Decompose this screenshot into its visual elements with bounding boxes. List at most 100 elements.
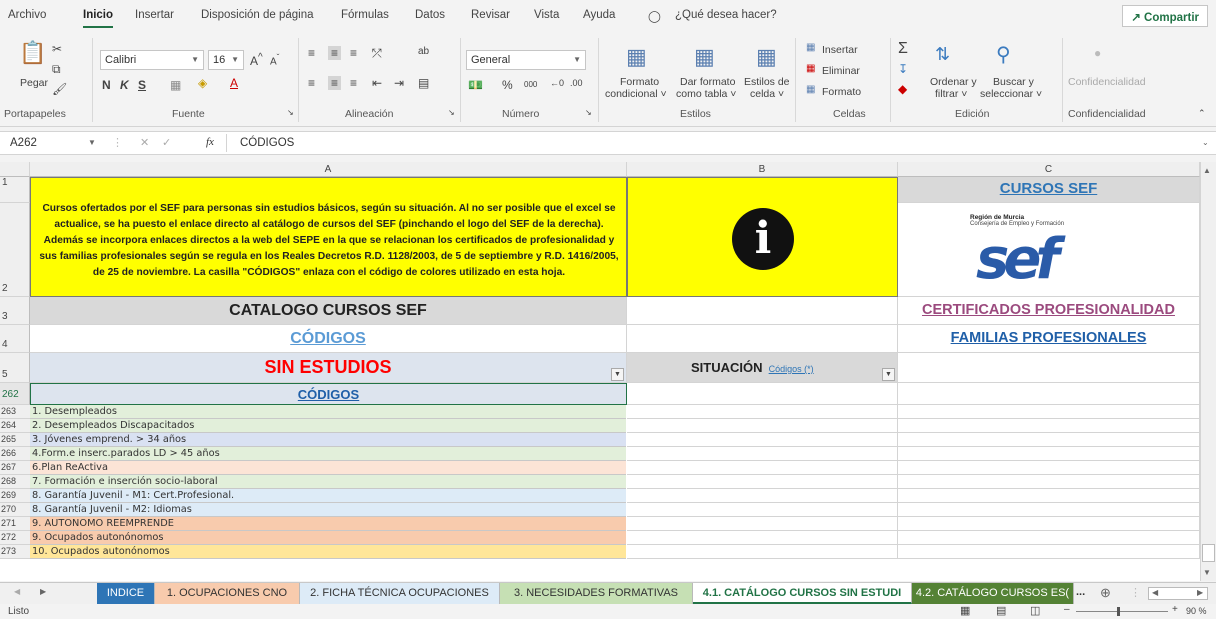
empty-cell-c[interactable] bbox=[898, 489, 1200, 503]
cell-b262[interactable] bbox=[627, 383, 898, 405]
cell-a1-description[interactable]: Cursos ofertados por el SEF para persona… bbox=[30, 177, 627, 297]
collapse-ribbon-icon[interactable]: ⌃ bbox=[1198, 108, 1206, 119]
codigos-link[interactable]: CÓDIGOS bbox=[290, 330, 366, 347]
tab-scroll-left-icon[interactable]: ◀ bbox=[14, 587, 20, 596]
filter-dropdown-icon[interactable]: ▼ bbox=[882, 368, 895, 381]
cell-a4[interactable]: CÓDIGOS bbox=[30, 325, 627, 353]
row-header-4[interactable]: 4 bbox=[0, 325, 30, 353]
empty-cell-b[interactable] bbox=[627, 461, 898, 475]
cell-b4[interactable] bbox=[627, 325, 898, 353]
menu-ayuda[interactable]: Ayuda bbox=[583, 9, 615, 21]
cell-c262[interactable] bbox=[898, 383, 1200, 405]
function-icon[interactable]: fx bbox=[206, 136, 214, 148]
bold-button[interactable]: N bbox=[102, 78, 111, 92]
expand-formula-icon[interactable]: ⌄ bbox=[1202, 138, 1209, 147]
grow-font-icon[interactable]: A^ bbox=[250, 52, 263, 68]
clear-icon[interactable]: ◆ bbox=[898, 82, 907, 96]
tab-catalogo-sin-estudios[interactable]: 4.1. CATÁLOGO CURSOS SIN ESTUDI bbox=[693, 583, 912, 604]
row-header-268[interactable]: 268 bbox=[0, 475, 30, 489]
cell-c1-cursos-sef[interactable]: CURSOS SEF bbox=[898, 177, 1200, 203]
column-header-b[interactable]: B bbox=[627, 162, 898, 177]
empty-cell-c[interactable] bbox=[898, 531, 1200, 545]
number-format-select[interactable]: General ▼ bbox=[466, 50, 586, 70]
code-row-cell[interactable]: 2. Desempleados Discapacitados bbox=[30, 419, 626, 433]
empty-cell-b[interactable] bbox=[627, 545, 898, 559]
currency-icon[interactable]: 💵 bbox=[468, 78, 483, 92]
conditional-format-icon[interactable]: ▦ bbox=[626, 44, 647, 70]
align-bottom-icon[interactable]: ≡ bbox=[350, 46, 357, 60]
empty-cell-c[interactable] bbox=[898, 461, 1200, 475]
column-header-c[interactable]: C bbox=[898, 162, 1200, 177]
empty-cell-c[interactable] bbox=[898, 475, 1200, 489]
code-row-cell[interactable]: 8. Garantía Juvenil - M2: Idiomas bbox=[30, 503, 626, 517]
table-format-label-2[interactable]: como tabla ˅ bbox=[676, 88, 736, 100]
scroll-right-icon[interactable]: ▶ bbox=[1197, 588, 1203, 597]
add-sheet-icon[interactable]: ⊕ bbox=[1100, 585, 1111, 601]
row-header-262[interactable]: 262 bbox=[0, 383, 30, 405]
fill-icon[interactable]: ↧ bbox=[898, 62, 908, 76]
scrollbar-thumb[interactable] bbox=[1202, 544, 1215, 562]
align-center-icon[interactable]: ≡ bbox=[328, 76, 342, 90]
zoom-slider-thumb[interactable] bbox=[1117, 607, 1121, 616]
cond-format-label-1[interactable]: Formato bbox=[620, 76, 659, 88]
row-header-1[interactable]: 1 bbox=[0, 177, 30, 203]
empty-cell-c[interactable] bbox=[898, 503, 1200, 517]
cell-b1-info[interactable]: i bbox=[627, 177, 898, 297]
cell-c5[interactable] bbox=[898, 353, 1200, 383]
empty-cell-b[interactable] bbox=[627, 517, 898, 531]
info-icon[interactable]: i bbox=[732, 208, 794, 270]
autosum-icon[interactable]: Σ bbox=[898, 40, 908, 58]
empty-cell-c[interactable] bbox=[898, 405, 1200, 419]
cell-b3[interactable] bbox=[627, 297, 898, 325]
code-row-cell[interactable]: 8. Garantía Juvenil - M1: Cert.Profesion… bbox=[30, 489, 626, 503]
thousands-button[interactable]: 000 bbox=[524, 80, 537, 89]
cancel-icon[interactable]: ✕ bbox=[140, 136, 149, 149]
row-header-263[interactable]: 263 bbox=[0, 405, 30, 419]
sort-label-2[interactable]: filtrar ˅ bbox=[935, 88, 967, 100]
fill-color-icon[interactable]: ◈ bbox=[198, 76, 207, 90]
sef-logo[interactable]: Región de Murcia Consejería de Empleo y … bbox=[898, 203, 1200, 297]
copy-icon[interactable]: ⧉ bbox=[52, 62, 61, 77]
certificados-link[interactable]: CERTIFICADOS PROFESIONALIDAD bbox=[922, 302, 1175, 318]
code-row-cell[interactable]: 9. Ocupados autonónomos bbox=[30, 531, 626, 545]
scroll-up-icon[interactable]: ▲ bbox=[1203, 166, 1211, 175]
row-header-270[interactable]: 270 bbox=[0, 503, 30, 517]
row-header-266[interactable]: 266 bbox=[0, 447, 30, 461]
align-top-icon[interactable]: ≡ bbox=[308, 46, 315, 60]
confidential-button[interactable]: Confidencialidad bbox=[1068, 76, 1146, 88]
cell-c4[interactable]: FAMILIAS PROFESIONALES bbox=[898, 325, 1200, 353]
cell-a262-selected[interactable]: CÓDIGOS bbox=[30, 383, 627, 405]
enter-icon[interactable]: ✓ bbox=[162, 136, 171, 149]
menu-insertar[interactable]: Insertar bbox=[135, 9, 174, 21]
delete-cells-button[interactable]: Eliminar bbox=[822, 65, 860, 77]
orientation-icon[interactable]: ⤱ bbox=[372, 46, 382, 61]
cond-format-label-2[interactable]: condicional ˅ bbox=[605, 88, 667, 100]
decrease-decimal-icon[interactable]: .00 bbox=[570, 78, 583, 88]
insert-cells-icon[interactable]: ▦ bbox=[806, 42, 815, 53]
codigos-asterisk-link[interactable]: Códigos (*) bbox=[769, 364, 814, 374]
menu-disposicion[interactable]: Disposición de página bbox=[201, 9, 314, 21]
insert-cells-button[interactable]: Insertar bbox=[822, 44, 858, 56]
font-name-select[interactable]: Calibri ▼ bbox=[100, 50, 204, 70]
wrap-text-icon[interactable]: ab bbox=[418, 46, 429, 57]
share-button[interactable]: ↗ Compartir bbox=[1122, 5, 1208, 27]
increase-indent-icon[interactable]: ⇥ bbox=[394, 76, 404, 90]
empty-cell-b[interactable] bbox=[627, 447, 898, 461]
filter-dropdown-icon[interactable]: ▼ bbox=[611, 368, 624, 381]
dialog-launcher-icon[interactable]: ↘ bbox=[287, 108, 294, 117]
table-format-label-1[interactable]: Dar formato bbox=[680, 76, 735, 88]
increase-decimal-icon[interactable]: ←0 bbox=[550, 78, 564, 88]
normal-view-icon[interactable]: ▦ bbox=[960, 604, 970, 617]
shrink-font-icon[interactable]: Aˇ bbox=[270, 52, 279, 67]
chevron-down-icon[interactable]: ▼ bbox=[88, 138, 96, 147]
code-row-cell[interactable]: 7. Formación e inserción socio-laboral bbox=[30, 475, 626, 489]
empty-cell-b[interactable] bbox=[627, 433, 898, 447]
empty-cell-b[interactable] bbox=[627, 405, 898, 419]
cursos-sef-link[interactable]: CURSOS SEF bbox=[1000, 180, 1098, 197]
row-header-5[interactable]: 5 bbox=[0, 353, 30, 383]
empty-cell-b[interactable] bbox=[627, 531, 898, 545]
paste-icon[interactable]: 📋 bbox=[18, 40, 48, 70]
underline-button[interactable]: S bbox=[138, 78, 146, 92]
align-left-icon[interactable]: ≡ bbox=[308, 76, 315, 90]
cell-styles-label-1[interactable]: Estilos de bbox=[744, 76, 790, 88]
